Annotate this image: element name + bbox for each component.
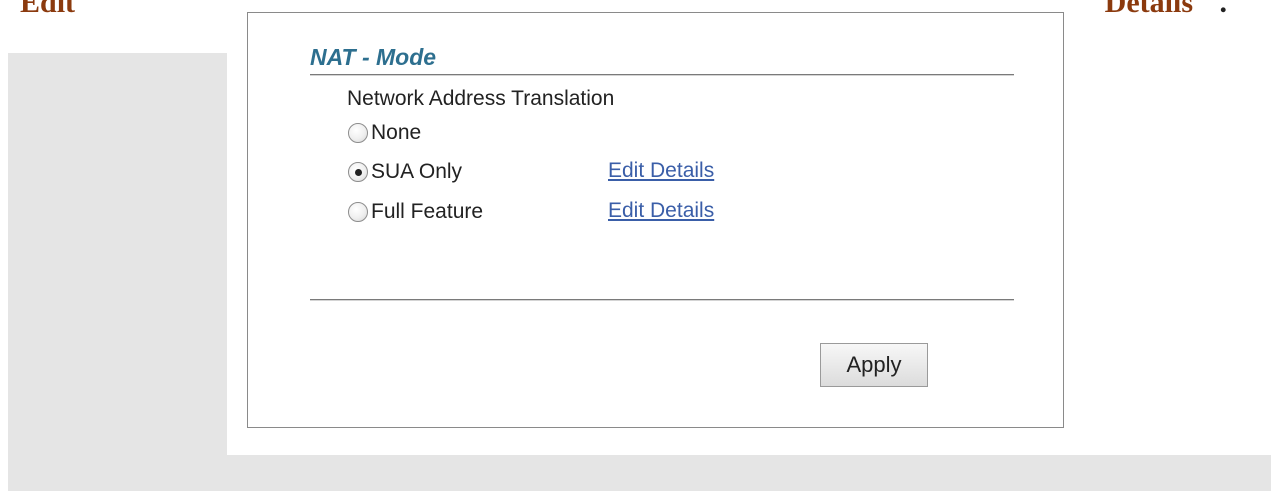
option-full-feature[interactable]: Full Feature xyxy=(348,199,483,225)
section-label: Network Address Translation xyxy=(347,87,615,110)
header-right-punct: . xyxy=(1219,0,1228,19)
edit-details-link-sua[interactable]: Edit Details xyxy=(608,159,714,183)
panel-title: NAT - Mode xyxy=(310,44,437,70)
bottom-gray-area xyxy=(8,455,1271,491)
bottom-divider xyxy=(310,299,1014,301)
option-sua-only[interactable]: SUA Only xyxy=(348,159,462,185)
radio-none[interactable] xyxy=(348,123,368,143)
radio-sua-only[interactable] xyxy=(348,162,368,182)
header-left-text: Edit xyxy=(20,0,76,19)
title-divider xyxy=(310,74,1014,76)
header-right-text: Details xyxy=(1104,0,1193,19)
left-gray-area xyxy=(8,53,227,455)
radio-full-feature[interactable] xyxy=(348,202,368,222)
nat-mode-panel: NAT - Mode Network Address Translation N… xyxy=(247,12,1064,428)
edit-details-link-full[interactable]: Edit Details xyxy=(608,199,714,223)
option-none[interactable]: None xyxy=(348,120,421,146)
option-none-label: None xyxy=(371,121,422,144)
option-sua-only-label: SUA Only xyxy=(371,160,463,183)
apply-button[interactable]: Apply xyxy=(820,343,928,387)
option-full-feature-label: Full Feature xyxy=(371,200,484,223)
